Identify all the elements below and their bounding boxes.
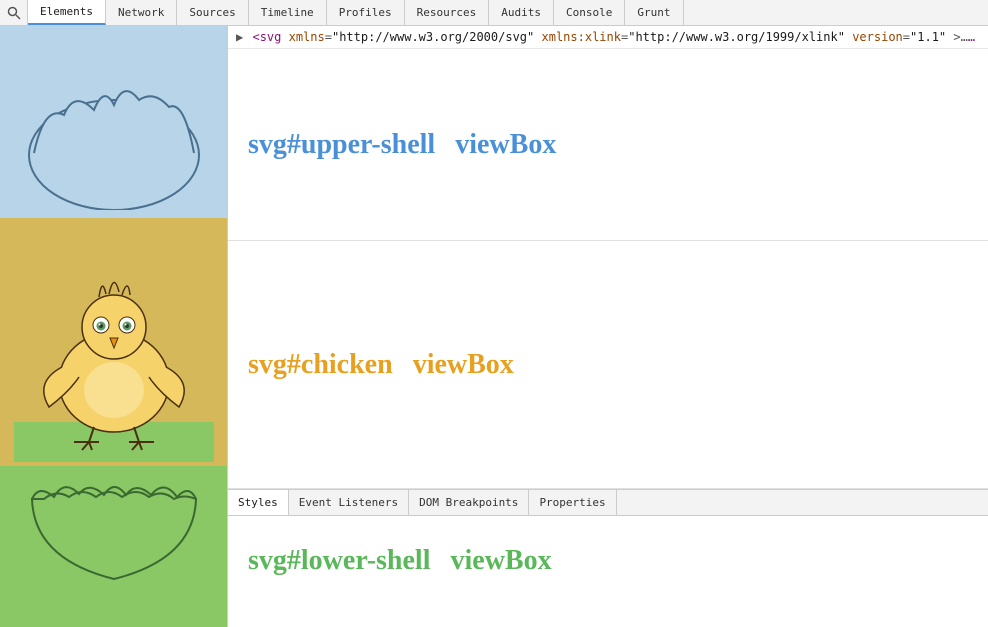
attr-xlink-value: "http://www.w3.org/1999/xlink" <box>628 30 845 44</box>
preview-panel <box>0 26 228 627</box>
tab-properties[interactable]: Properties <box>529 490 616 515</box>
attr-version-value: "1.1" <box>910 30 946 44</box>
main-area: ▶ <svg xmlns="http://www.w3.org/2000/svg… <box>0 26 988 627</box>
tab-resources[interactable]: Resources <box>405 0 490 25</box>
upper-shell-label-area: svg#upper-shell viewBox <box>228 49 988 240</box>
tab-timeline[interactable]: Timeline <box>249 0 327 25</box>
lower-shell-viewbox: viewBox <box>451 545 552 577</box>
tab-elements[interactable]: Elements <box>28 0 106 25</box>
inspector-panel: ▶ <svg xmlns="http://www.w3.org/2000/svg… <box>228 26 988 627</box>
preview-lower-shell <box>0 466 227 627</box>
chicken-preview <box>14 222 214 462</box>
search-icon[interactable] <box>0 0 28 26</box>
tab-sources[interactable]: Sources <box>177 0 248 25</box>
tab-styles[interactable]: Styles <box>228 490 289 515</box>
preview-chicken <box>0 218 227 466</box>
chicken-selector: svg#chicken <box>248 349 393 381</box>
attr-version: version <box>852 30 903 44</box>
tab-dom-breakpoints[interactable]: DOM Breakpoints <box>409 490 529 515</box>
tab-network[interactable]: Network <box>106 0 177 25</box>
inspector-section-upper: svg#upper-shell viewBox <box>228 49 988 241</box>
lower-shell-selector: svg#lower-shell <box>248 545 431 577</box>
inspector-section-middle: svg#chicken viewBox <box>228 241 988 489</box>
upper-shell-viewbox: viewBox <box>455 129 556 161</box>
preview-upper-shell <box>0 26 227 218</box>
lower-shell-preview <box>14 469 214 627</box>
ellipsis-text: >…</svg> <box>953 30 988 44</box>
styles-content: svg#lower-shell viewBox <box>228 516 988 606</box>
styles-panel: Styles Event Listeners DOM Breakpoints P… <box>228 489 988 606</box>
attr-xmlns: xmlns <box>289 30 325 44</box>
tab-audits[interactable]: Audits <box>489 0 554 25</box>
devtools-toolbar: Elements Network Sources Timeline Profil… <box>0 0 988 26</box>
styles-tabs: Styles Event Listeners DOM Breakpoints P… <box>228 490 988 516</box>
attr-xlink: xmlns:xlink <box>542 30 621 44</box>
chicken-viewbox: viewBox <box>413 349 514 381</box>
chicken-label-area: svg#chicken viewBox <box>228 349 534 381</box>
upper-shell-selector: svg#upper-shell <box>248 129 435 161</box>
tab-event-listeners[interactable]: Event Listeners <box>289 490 409 515</box>
dom-source-line: ▶ <svg xmlns="http://www.w3.org/2000/svg… <box>228 26 988 49</box>
triangle-icon[interactable]: ▶ <box>236 30 243 44</box>
svg-tag-open: <svg <box>252 30 281 44</box>
attr-xmlns-value: "http://www.w3.org/2000/svg" <box>332 30 534 44</box>
tab-profiles[interactable]: Profiles <box>327 0 405 25</box>
tab-grunt[interactable]: Grunt <box>625 0 683 25</box>
tab-console[interactable]: Console <box>554 0 625 25</box>
toolbar-tabs: Elements Network Sources Timeline Profil… <box>28 0 684 25</box>
upper-shell-preview <box>14 35 214 210</box>
